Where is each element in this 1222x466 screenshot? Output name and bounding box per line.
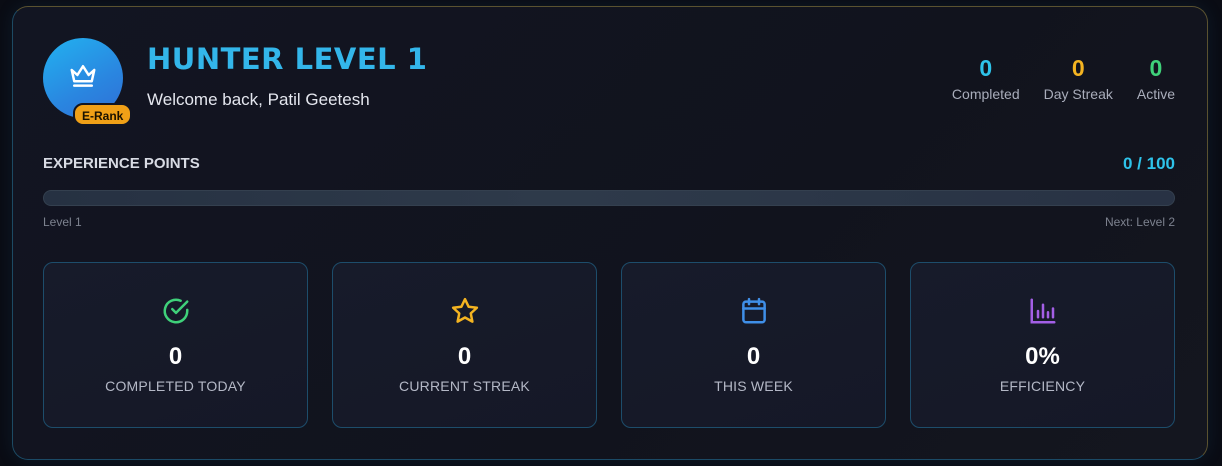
xp-label: EXPERIENCE POINTS bbox=[43, 155, 200, 172]
next-level-label: Next: Level 2 bbox=[1104, 215, 1175, 229]
star-icon bbox=[451, 297, 478, 323]
card-efficiency: 0% EFFICIENCY bbox=[910, 262, 1175, 428]
calendar-icon bbox=[741, 297, 766, 324]
this-week-label: THIS WEEK bbox=[714, 378, 793, 394]
efficiency-label: EFFICIENCY bbox=[999, 378, 1086, 394]
card-current-streak: 0 CURRENT STREAK bbox=[332, 262, 597, 428]
bar-chart-icon bbox=[1030, 298, 1055, 324]
welcome-message: Welcome back, Patil Geetesh bbox=[147, 90, 370, 109]
xp-progress-bar bbox=[43, 190, 1175, 206]
stat-day-streak: 0 Day Streak bbox=[1044, 56, 1113, 102]
completed-today-label: COMPLETED TODAY bbox=[105, 378, 246, 394]
page-title: HUNTER LEVEL 1 bbox=[147, 42, 428, 76]
completed-today-value: 0 bbox=[168, 343, 183, 370]
stat-day-streak-label: Day Streak bbox=[1043, 86, 1113, 102]
summary-stats: 0 Completed 0 Day Streak 0 Active bbox=[928, 56, 1175, 102]
this-week-value: 0 bbox=[746, 343, 761, 370]
rank-badge: E-Rank bbox=[73, 103, 133, 126]
stat-completed-label: Completed bbox=[951, 86, 1020, 102]
check-circle-icon bbox=[163, 298, 188, 324]
current-level-label: Level 1 bbox=[43, 215, 82, 229]
crown-icon bbox=[70, 65, 96, 87]
card-completed-today: 0 COMPLETED TODAY bbox=[43, 262, 308, 428]
stat-completed: 0 Completed bbox=[952, 56, 1020, 102]
stat-active: 0 Active bbox=[1137, 56, 1175, 102]
xp-value: 0 / 100 bbox=[1123, 154, 1175, 173]
current-streak-label: CURRENT STREAK bbox=[399, 378, 530, 394]
stat-active-value: 0 bbox=[1149, 55, 1163, 81]
stat-active-label: Active bbox=[1136, 86, 1175, 102]
stat-completed-value: 0 bbox=[979, 55, 993, 81]
efficiency-value: 0% bbox=[1025, 343, 1060, 370]
card-this-week: 0 THIS WEEK bbox=[621, 262, 886, 428]
stat-day-streak-value: 0 bbox=[1071, 55, 1085, 81]
current-streak-value: 0 bbox=[457, 343, 472, 370]
